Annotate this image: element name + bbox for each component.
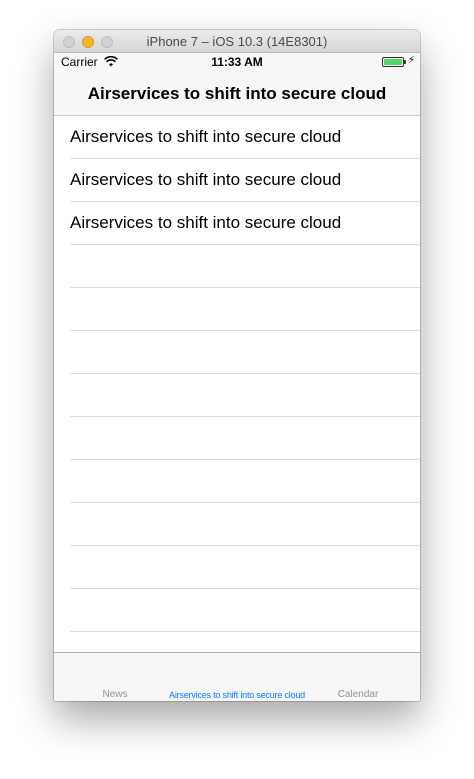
tab-calendar[interactable]: Calendar bbox=[338, 689, 379, 700]
table-row[interactable] bbox=[54, 632, 420, 653]
row-label: Airservices to shift into secure cloud bbox=[70, 127, 342, 146]
table-row[interactable] bbox=[54, 331, 420, 374]
table-row[interactable] bbox=[54, 417, 420, 460]
table-row[interactable] bbox=[54, 503, 420, 546]
tab-bar: News Airservices to shift into secure cl… bbox=[54, 652, 420, 701]
news-table[interactable]: Airservices to shift into secure cloud Ai… bbox=[54, 116, 420, 653]
status-time: 11:33 AM bbox=[211, 55, 263, 69]
row-label: Airservices to shift into secure cloud bbox=[70, 213, 342, 232]
table-row[interactable] bbox=[54, 546, 420, 589]
tab-news[interactable]: News bbox=[102, 689, 127, 700]
battery-level-fill bbox=[384, 59, 402, 65]
table-row[interactable] bbox=[54, 589, 420, 632]
window-title: iPhone 7 – iOS 10.3 (14E8301) bbox=[146, 34, 328, 49]
charging-bolt-icon: ⚡ bbox=[408, 55, 416, 66]
row-label: Airservices to shift into secure cloud bbox=[70, 170, 342, 189]
battery-nub bbox=[404, 60, 406, 64]
navigation-bar: Airservices to shift into secure cloud bbox=[54, 72, 420, 116]
table-row[interactable] bbox=[54, 374, 420, 417]
battery-icon bbox=[382, 57, 404, 67]
tab-airservices[interactable]: Airservices to shift into secure cloud bbox=[169, 690, 305, 700]
table-row[interactable] bbox=[54, 288, 420, 331]
table-row[interactable] bbox=[54, 245, 420, 288]
window-titlebar: iPhone 7 – iOS 10.3 (14E8301) bbox=[54, 30, 420, 53]
table-row[interactable]: Airservices to shift into secure cloud bbox=[54, 159, 420, 202]
table-row[interactable] bbox=[54, 460, 420, 503]
nav-title: Airservices to shift into secure cloud bbox=[87, 84, 387, 103]
status-bar: Carrier 11:33 AM ⚡ bbox=[54, 53, 420, 72]
table-row[interactable]: Airservices to shift into secure cloud bbox=[54, 202, 420, 245]
table-row[interactable]: Airservices to shift into secure cloud bbox=[54, 116, 420, 159]
simulator-window: iPhone 7 – iOS 10.3 (14E8301) Carrier 11… bbox=[54, 30, 420, 701]
